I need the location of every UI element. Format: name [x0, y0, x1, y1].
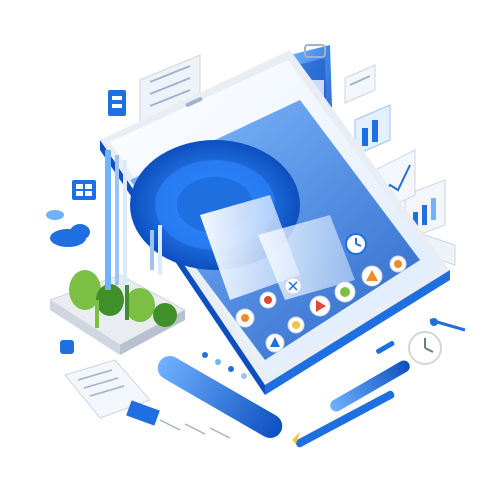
grid-widget-icon: [72, 180, 96, 200]
isometric-ui-illustration: [0, 0, 500, 500]
chart-panel-mini: [344, 64, 376, 104]
keyboard-tile: [126, 400, 160, 426]
widget-icon: [108, 90, 126, 116]
cloud-icon-small: [46, 210, 64, 220]
home-indicator[interactable]: [375, 340, 395, 354]
illustration-canvas: [46, 44, 466, 448]
sketch-lines: [159, 419, 231, 439]
